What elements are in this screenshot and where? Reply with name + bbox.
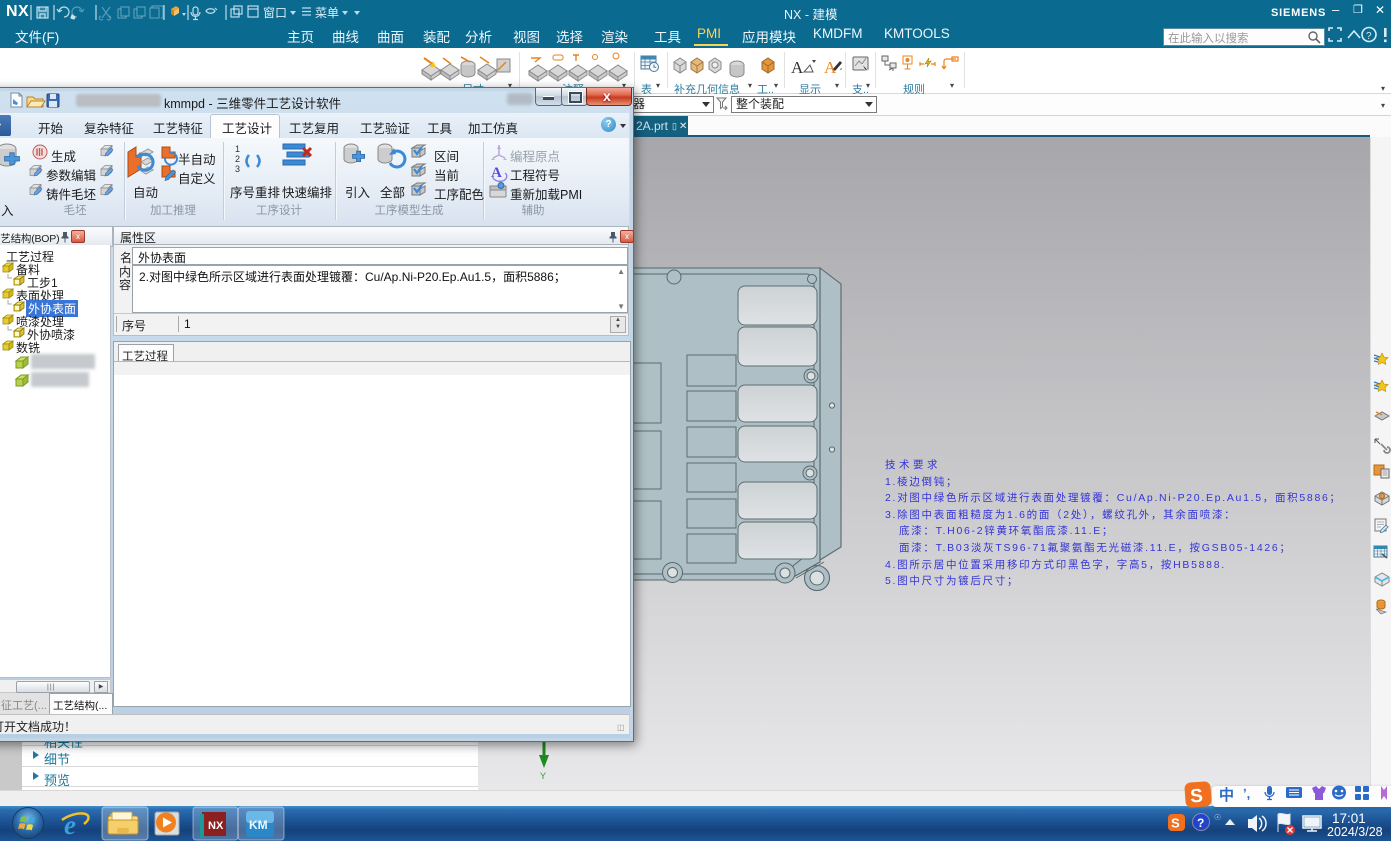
svg-text:KM: KM	[249, 818, 268, 832]
svg-text:中: 中	[1219, 786, 1234, 804]
svg-text:3: 3	[235, 164, 240, 174]
svg-text:☉: ☉	[1214, 813, 1221, 822]
svg-text:2024/3/28: 2024/3/28	[1327, 825, 1383, 839]
svg-text:A: A	[491, 165, 502, 181]
svg-text:S: S	[1171, 816, 1180, 831]
svg-text:S: S	[1189, 786, 1203, 808]
svg-text:Y: Y	[540, 771, 546, 781]
svg-text:2: 2	[235, 154, 240, 164]
svg-text:NX: NX	[208, 820, 224, 832]
svg-text:菜单: 菜单	[315, 6, 339, 20]
svg-text:?: ?	[1197, 816, 1204, 830]
svg-text:ʼ,: ʼ,	[1243, 786, 1250, 801]
svg-text:?: ?	[1366, 31, 1372, 42]
svg-text:窗口: 窗口	[263, 6, 287, 20]
svg-text:A: A	[791, 58, 804, 77]
svg-text:入: 入	[1, 204, 14, 218]
svg-text:17:01: 17:01	[1332, 811, 1366, 826]
svg-text:1: 1	[235, 144, 240, 154]
